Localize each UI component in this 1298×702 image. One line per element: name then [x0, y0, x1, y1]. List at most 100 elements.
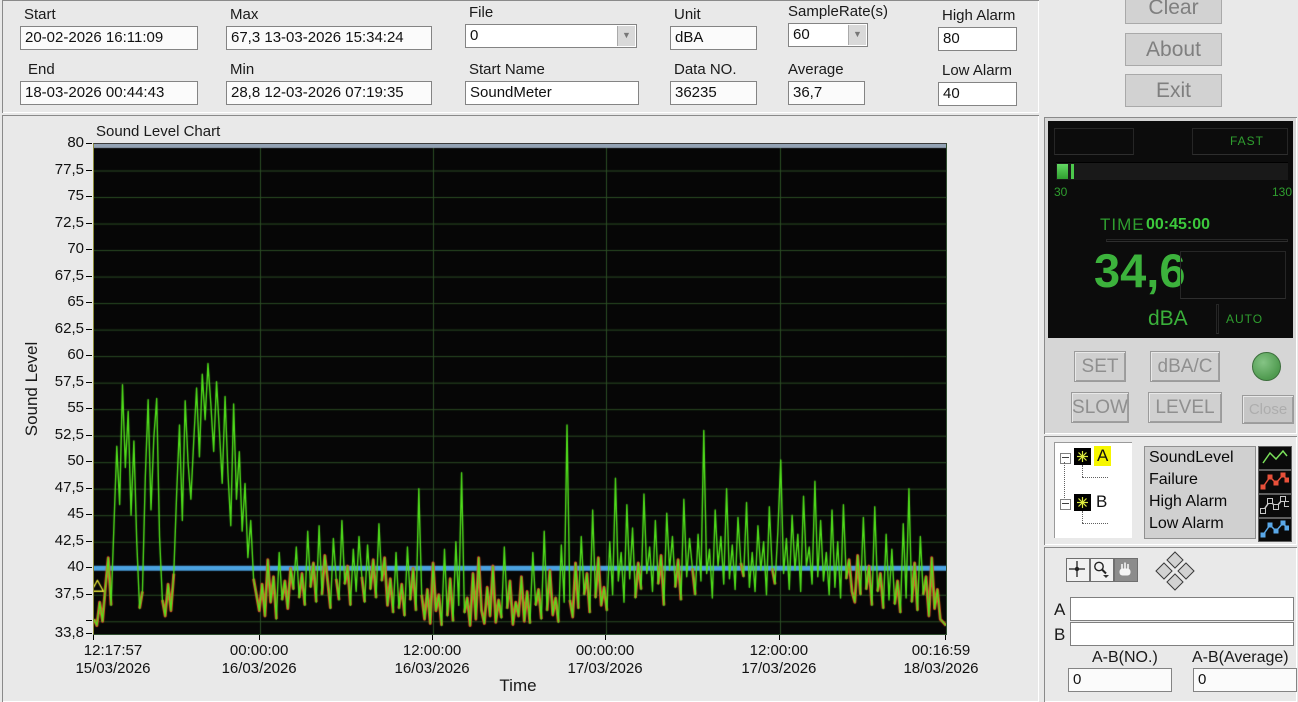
about-button[interactable]: About [1125, 33, 1222, 66]
graph-nav-icon[interactable] [1152, 551, 1198, 596]
y-tick-label: 40 [67, 558, 84, 576]
y-tick-mark [86, 275, 92, 277]
pan-tool-button[interactable] [1114, 558, 1138, 582]
start-field[interactable]: 20-02-2026 16:11:09 [20, 26, 198, 50]
exit-button[interactable]: Exit [1125, 74, 1222, 107]
level-button[interactable]: LEVEL [1148, 392, 1222, 423]
data-no-label: Data NO. [674, 61, 737, 78]
x-tick-time: 12:00:00 [402, 642, 462, 659]
meter-bevel-time [1106, 239, 1288, 242]
y-tick-mark [86, 633, 92, 634]
cursor-a-field[interactable] [1070, 597, 1294, 621]
cursor-tool-button[interactable] [1066, 558, 1090, 582]
meter-led[interactable] [1252, 352, 1281, 381]
tree-connector [1064, 462, 1065, 500]
high-alarm-label: High Alarm [942, 7, 1016, 24]
meter-scale-max: 130 [1272, 185, 1293, 199]
x-tick-date: 17/03/2026 [567, 660, 643, 677]
high-alarm-field[interactable]: 80 [938, 27, 1017, 51]
low-alarm-field[interactable]: 40 [938, 82, 1017, 106]
ab-average-label: A-B(Average) [1192, 649, 1289, 666]
y-tick-label: 60 [67, 346, 84, 364]
chart-title: Sound Level Chart [96, 123, 221, 140]
close-button[interactable]: Close [1242, 395, 1294, 424]
y-tick-mark [86, 434, 92, 436]
start-name-field[interactable]: SoundMeter [465, 81, 639, 105]
sample-rate-dropdown-arrow-icon[interactable]: ▼ [848, 25, 866, 45]
y-tick-mark [86, 328, 92, 330]
legend-item-high-alarm[interactable]: High Alarm [1145, 491, 1255, 513]
min-label: Min [230, 61, 255, 78]
sample-rate-value: 60 [793, 26, 810, 43]
ab-no-field: 0 [1068, 668, 1172, 692]
unit-field: dBA [670, 26, 757, 50]
tree-expand-b-icon[interactable] [1060, 499, 1071, 510]
y-tick-mark [86, 222, 92, 224]
cursor-b-field[interactable] [1070, 622, 1294, 646]
tree-expand-a-icon[interactable] [1060, 453, 1071, 464]
y-tick-mark [86, 169, 92, 171]
x-tick-mark [605, 635, 607, 640]
data-no-field: 36235 [670, 81, 757, 105]
y-tick-label: 55 [67, 399, 84, 417]
y-tick-mark [86, 593, 92, 595]
y-tick-label: 62,5 [54, 319, 84, 337]
failure-line-icon[interactable] [1258, 470, 1292, 494]
average-label: Average [788, 61, 844, 78]
soundlevel-line-icon[interactable] [1258, 446, 1292, 470]
ab-average-field: 0 [1193, 668, 1297, 692]
dbac-button[interactable]: dBA/C [1150, 351, 1220, 382]
meter-unit: dBA [1148, 307, 1188, 330]
high-alarm-line-icon[interactable] [1258, 494, 1292, 518]
file-dropdown[interactable]: 0 ▼ [465, 24, 637, 48]
meter-bevel-left [1054, 128, 1134, 155]
end-field[interactable]: 18-03-2026 00:44:43 [20, 81, 198, 105]
set-button[interactable]: SET [1074, 351, 1126, 382]
y-tick-label: 65 [67, 293, 84, 311]
x-tick-mark [93, 635, 94, 640]
start-name-label: Start Name [469, 61, 545, 78]
meter-bevel-value [1180, 251, 1286, 299]
legend-item-low-alarm[interactable]: Low Alarm [1145, 513, 1255, 535]
y-tick-label: 52,5 [54, 425, 84, 443]
sample-rate-dropdown[interactable]: 60 ▼ [788, 23, 868, 47]
zoom-tool-button[interactable] [1090, 558, 1114, 582]
max-field[interactable]: 67,3 13-03-2026 15:34:24 [226, 26, 432, 50]
meter-display: FAST 30 130 TIME 00:45:00 34,6 dBA AUTO [1048, 121, 1293, 338]
x-tick-mark [778, 635, 780, 640]
tree-node-a[interactable]: A [1094, 446, 1112, 466]
tree-node-b[interactable]: B [1096, 492, 1107, 512]
low-alarm-line-icon[interactable] [1258, 518, 1292, 542]
meter-value: 34,6 [1094, 244, 1186, 297]
x-tick-time: 00:00:00 [575, 642, 635, 659]
file-value: 0 [470, 27, 479, 44]
meter-bar-peak [1071, 164, 1074, 179]
file-label: File [469, 4, 494, 21]
sound-level-plot[interactable] [93, 143, 947, 635]
low-alarm-label: Low Alarm [942, 62, 1013, 79]
y-tick-label: 37,5 [54, 584, 84, 602]
plot-a-icon[interactable] [1074, 448, 1091, 465]
y-tick-mark [86, 567, 92, 569]
x-tick-date: 18/03/2026 [903, 660, 979, 677]
y-tick-mark [86, 540, 92, 542]
legend-item-soundlevel[interactable]: SoundLevel [1145, 447, 1255, 469]
x-tick-mark [259, 635, 261, 640]
y-tick-mark [86, 196, 92, 198]
plot-b-icon[interactable] [1074, 494, 1091, 511]
tree-a-branch [1082, 477, 1108, 478]
average-field: 36,7 [788, 81, 865, 105]
x-tick-time: 00:00:00 [229, 642, 289, 659]
min-field[interactable]: 28,8 12-03-2026 07:19:35 [226, 81, 432, 105]
tree-b-branch [1082, 523, 1108, 524]
slow-button[interactable]: SLOW [1071, 392, 1129, 423]
clear-button[interactable]: Clear [1125, 0, 1222, 24]
x-tick-date: 15/03/2026 [75, 660, 151, 677]
unit-label: Unit [674, 6, 701, 23]
legend-item-failure[interactable]: Failure [1145, 469, 1255, 491]
file-dropdown-arrow-icon[interactable]: ▼ [617, 26, 635, 46]
y-tick-mark [86, 143, 92, 144]
y-tick-mark [86, 461, 92, 463]
meter-bevel-div [1216, 304, 1219, 334]
y-tick-label: 42,5 [54, 531, 84, 549]
